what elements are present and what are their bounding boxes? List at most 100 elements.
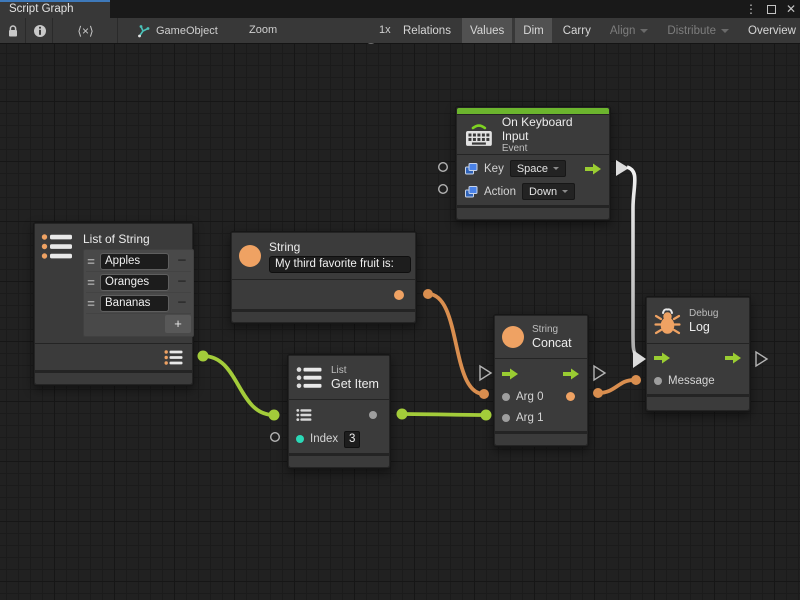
tab-bar: Script Graph ⋮ ✕ — [0, 0, 800, 18]
wire-endpoint[interactable] — [479, 389, 489, 399]
node-footer — [289, 456, 389, 467]
message-input-port[interactable] — [654, 377, 662, 385]
remove-item-button[interactable]: − — [173, 273, 191, 291]
distribute-button[interactable]: Distribute — [659, 18, 737, 43]
arg0-input-port[interactable] — [502, 393, 510, 401]
node-title: Get Item — [331, 377, 379, 391]
node-category: String — [532, 324, 572, 336]
index-value-input[interactable]: 3 — [344, 431, 360, 448]
list-item-input[interactable] — [100, 274, 169, 291]
index-input-port[interactable] — [296, 435, 304, 443]
chevron-down-icon — [562, 190, 568, 196]
arg1-port-label: Arg 1 — [516, 412, 544, 424]
toolbar-buttons: Relations Values Dim Carry Align Distrib… — [395, 18, 800, 43]
enter-flow-port[interactable] — [654, 352, 671, 364]
unconnected-port-ring[interactable] — [271, 433, 280, 442]
zoom-to-fit-icon: ⟨×⟩ — [77, 24, 93, 38]
unconnected-port-ring[interactable] — [439, 163, 448, 172]
node-list-of-string[interactable]: List of String = − = − — [33, 222, 194, 386]
overview-button[interactable]: Overview — [740, 18, 800, 43]
graph-owner[interactable]: GameObject — [136, 18, 218, 43]
exit-flow-port[interactable] — [725, 352, 742, 364]
key-port-label: Key — [484, 163, 504, 175]
window-maximize-icon[interactable] — [767, 5, 776, 14]
zoom-value: 1x — [379, 24, 391, 36]
graph-canvas[interactable]: On Keyboard Input Event Key Space — [0, 44, 800, 600]
string-type-icon — [239, 245, 261, 267]
item-output-port[interactable] — [369, 411, 377, 419]
remove-item-button[interactable]: − — [173, 294, 191, 312]
remove-item-button[interactable]: − — [173, 252, 191, 270]
string-value-input[interactable] — [269, 256, 411, 273]
wire-endpoint[interactable] — [198, 351, 209, 362]
enter-flow-port[interactable] — [502, 368, 519, 380]
node-concat[interactable]: String Concat Arg 0 — [493, 314, 589, 447]
node-string-literal[interactable]: String — [230, 231, 417, 324]
graph-toolbar: ⟨×⟩ GameObject Zoom 1x Relations Values … — [0, 18, 800, 44]
gameobject-label: GameObject — [156, 25, 218, 37]
tab-title: Script Graph — [9, 3, 74, 15]
arg1-input-port[interactable] — [502, 414, 510, 422]
node-footer — [647, 397, 749, 410]
list-item-row: = − — [86, 251, 191, 272]
info-button[interactable] — [27, 18, 53, 43]
node-on-keyboard-input[interactable]: On Keyboard Input Event Key Space — [455, 106, 611, 221]
list-item-row: = − — [86, 293, 191, 314]
relations-button[interactable]: Relations — [395, 18, 459, 43]
wire-endpoint[interactable] — [481, 410, 492, 421]
unconnected-flow-triangle[interactable] — [480, 366, 491, 380]
list-output-port[interactable] — [164, 349, 183, 366]
dim-button[interactable]: Dim — [515, 18, 551, 43]
node-debug-log[interactable]: Debug Log Message — [645, 296, 751, 412]
add-item-button[interactable]: + — [165, 315, 191, 333]
wire-endpoint[interactable] — [269, 410, 280, 421]
node-title: Log — [689, 320, 718, 334]
drag-handle-icon[interactable]: = — [86, 296, 96, 311]
node-footer — [232, 312, 415, 322]
wire-endpoint[interactable] — [423, 289, 433, 299]
window-controls: ⋮ ✕ — [745, 0, 796, 18]
values-button[interactable]: Values — [462, 18, 512, 43]
window-close-icon[interactable]: ✕ — [786, 0, 796, 18]
lock-button[interactable] — [0, 18, 26, 43]
align-button[interactable]: Align — [602, 18, 657, 43]
list-item-input[interactable] — [100, 295, 169, 312]
chevron-down-icon — [553, 167, 559, 173]
list-item-input[interactable] — [100, 253, 169, 270]
flow-wire-keyboard-to-log[interactable] — [627, 167, 636, 355]
drag-handle-icon[interactable]: = — [86, 254, 96, 269]
exit-flow-port[interactable] — [563, 368, 580, 380]
drag-handle-icon[interactable]: = — [86, 275, 96, 290]
lock-icon — [6, 24, 20, 38]
window-menu-icon[interactable]: ⋮ — [745, 0, 757, 18]
action-enum-icon — [464, 185, 478, 199]
wire-endpoint[interactable] — [593, 388, 603, 398]
event-header-bar — [457, 108, 609, 114]
carry-button[interactable]: Carry — [555, 18, 599, 43]
bug-icon — [654, 306, 681, 336]
unconnected-flow-triangle[interactable] — [594, 366, 605, 380]
string-type-icon — [502, 326, 524, 348]
wire-endpoint[interactable] — [397, 409, 408, 420]
zoom-to-fit-button[interactable]: ⟨×⟩ — [54, 18, 118, 43]
action-dropdown[interactable]: Down — [522, 183, 575, 200]
chevron-down-icon — [721, 29, 729, 37]
result-output-port[interactable] — [566, 392, 575, 401]
unconnected-port-ring[interactable] — [439, 185, 448, 194]
node-subtitle: Event — [502, 143, 602, 155]
wire-getitem-to-concat[interactable] — [402, 414, 486, 415]
node-get-item[interactable]: List Get Item I — [287, 354, 391, 469]
tab-script-graph[interactable]: Script Graph — [0, 0, 110, 18]
list-item-row: = − — [86, 272, 191, 293]
wire-list-to-getitem[interactable] — [203, 356, 274, 415]
node-footer — [35, 373, 192, 384]
unconnected-flow-triangle[interactable] — [756, 352, 767, 366]
list-input-port[interactable] — [296, 408, 312, 422]
wire-concat-to-log[interactable] — [598, 380, 634, 393]
key-dropdown[interactable]: Space — [510, 160, 566, 177]
gameobject-graph-icon — [136, 24, 150, 38]
wire-endpoint[interactable] — [631, 375, 641, 385]
trigger-flow-port[interactable] — [585, 163, 602, 175]
string-output-port[interactable] — [394, 290, 404, 300]
wire-string-to-concat[interactable] — [428, 294, 484, 394]
